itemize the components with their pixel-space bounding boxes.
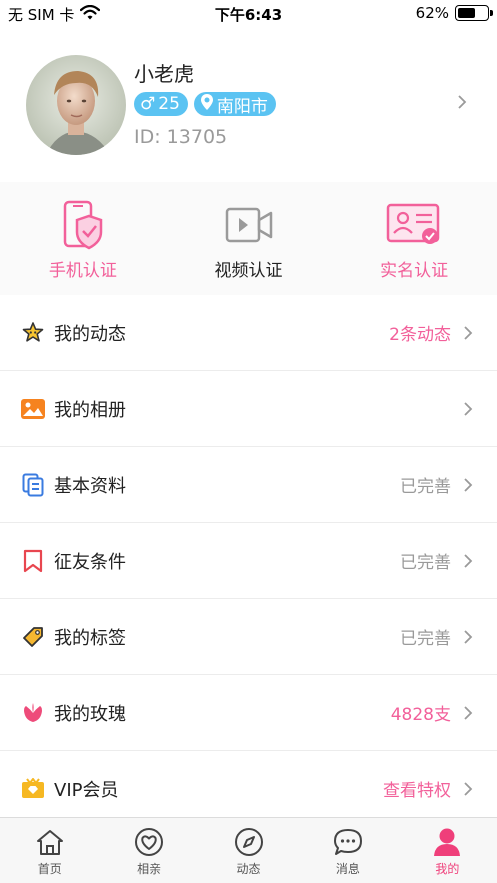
chevron-right-icon <box>463 553 473 573</box>
menu-item-roses[interactable]: 我的玫瑰 4828支 <box>0 675 497 751</box>
tab-home[interactable]: 首页 <box>0 818 99 883</box>
heart-icon <box>134 826 164 858</box>
compass-icon <box>234 826 264 858</box>
menu-value: 已完善 <box>400 553 451 573</box>
message-icon <box>333 826 363 858</box>
chevron-right-icon <box>463 781 473 801</box>
menu-item-match-criteria[interactable]: 征友条件 已完善 <box>0 523 497 599</box>
menu-item-basic-info[interactable]: 基本资料 已完善 <box>0 447 497 523</box>
document-icon <box>20 473 46 497</box>
menu-item-tags[interactable]: 我的标签 已完善 <box>0 599 497 675</box>
menu-value: 已完善 <box>400 629 451 649</box>
chevron-right-icon <box>463 401 473 421</box>
profile-header[interactable]: 小老虎 ♂ 25 南阳市 ID: 13705 <box>0 28 497 182</box>
vip-crown-icon <box>20 777 46 801</box>
verify-label: 实名认证 <box>380 261 449 281</box>
menu-value: 2条动态 <box>389 325 451 345</box>
star-face-icon <box>20 321 46 345</box>
verify-label: 手机认证 <box>48 261 117 281</box>
bookmark-icon <box>20 549 46 573</box>
tab-mine[interactable]: 我的 <box>398 818 497 883</box>
phone-shield-icon <box>63 200 103 250</box>
menu-value: 已完善 <box>400 477 451 497</box>
video-camera-icon <box>225 200 273 250</box>
verification-strip: 手机认证 视频认证 实名认证 <box>0 182 497 295</box>
menu-value: 4828支 <box>390 705 451 725</box>
tab-matchmaking[interactable]: 相亲 <box>99 818 198 883</box>
menu-list: 我的动态 2条动态 我的相册 基本资料 已完善 征友条件 已完善 我的标签 已完… <box>0 295 497 827</box>
tab-moments[interactable]: 动态 <box>199 818 298 883</box>
chevron-right-icon[interactable] <box>457 94 467 114</box>
menu-label: 我的玫瑰 <box>54 703 126 725</box>
menu-label: 我的标签 <box>54 627 126 649</box>
id-card-icon <box>386 200 442 250</box>
menu-item-album[interactable]: 我的相册 <box>0 371 497 447</box>
user-icon <box>433 826 461 858</box>
verify-label: 视频认证 <box>214 261 283 281</box>
menu-label: 基本资料 <box>54 475 126 497</box>
chevron-right-icon <box>463 705 473 725</box>
location-badge: 南阳市 <box>193 92 276 117</box>
chevron-right-icon <box>463 325 473 345</box>
menu-label: 我的动态 <box>54 323 126 345</box>
chevron-right-icon <box>463 477 473 497</box>
tab-label: 消息 <box>335 862 360 876</box>
phone-verify-button[interactable]: 手机认证 <box>0 182 166 295</box>
menu-value: 查看特权 <box>383 781 451 801</box>
tab-label: 我的 <box>435 862 460 876</box>
tab-messages[interactable]: 消息 <box>298 818 397 883</box>
status-bar: 无 SIM 卡 下午6:43 62% <box>0 0 497 28</box>
rose-icon <box>20 701 46 725</box>
city-label: 南阳市 <box>216 96 268 117</box>
male-icon: ♂ <box>140 94 156 114</box>
home-icon <box>35 826 65 858</box>
menu-label: 我的相册 <box>54 399 126 421</box>
profile-name: 小老虎 <box>134 62 194 86</box>
menu-label: VIP会员 <box>54 779 119 801</box>
realname-verify-button[interactable]: 实名认证 <box>331 182 497 295</box>
profile-id: ID: 13705 <box>134 126 228 148</box>
age-label: 25 <box>158 94 180 114</box>
tab-label: 首页 <box>37 862 62 876</box>
menu-item-vip[interactable]: VIP会员 查看特权 <box>0 751 497 827</box>
tag-icon <box>20 625 46 649</box>
profile-badges: ♂ 25 南阳市 <box>134 92 276 117</box>
video-verify-button[interactable]: 视频认证 <box>166 182 332 295</box>
menu-item-moments[interactable]: 我的动态 2条动态 <box>0 295 497 371</box>
battery-percent: 62% <box>415 4 449 22</box>
tab-label: 动态 <box>236 862 261 876</box>
gender-age-badge: ♂ 25 <box>134 92 188 116</box>
avatar[interactable] <box>26 55 126 155</box>
tab-label: 相亲 <box>137 862 162 876</box>
menu-label: 征友条件 <box>54 551 126 573</box>
photo-album-icon <box>20 397 46 421</box>
status-right: 62% <box>415 4 493 22</box>
chevron-right-icon <box>463 629 473 649</box>
battery-icon <box>455 5 493 21</box>
battery-fill <box>458 8 476 18</box>
location-pin-icon <box>200 93 214 116</box>
tab-bar: 首页 相亲 动态 消息 我的 <box>0 817 497 883</box>
